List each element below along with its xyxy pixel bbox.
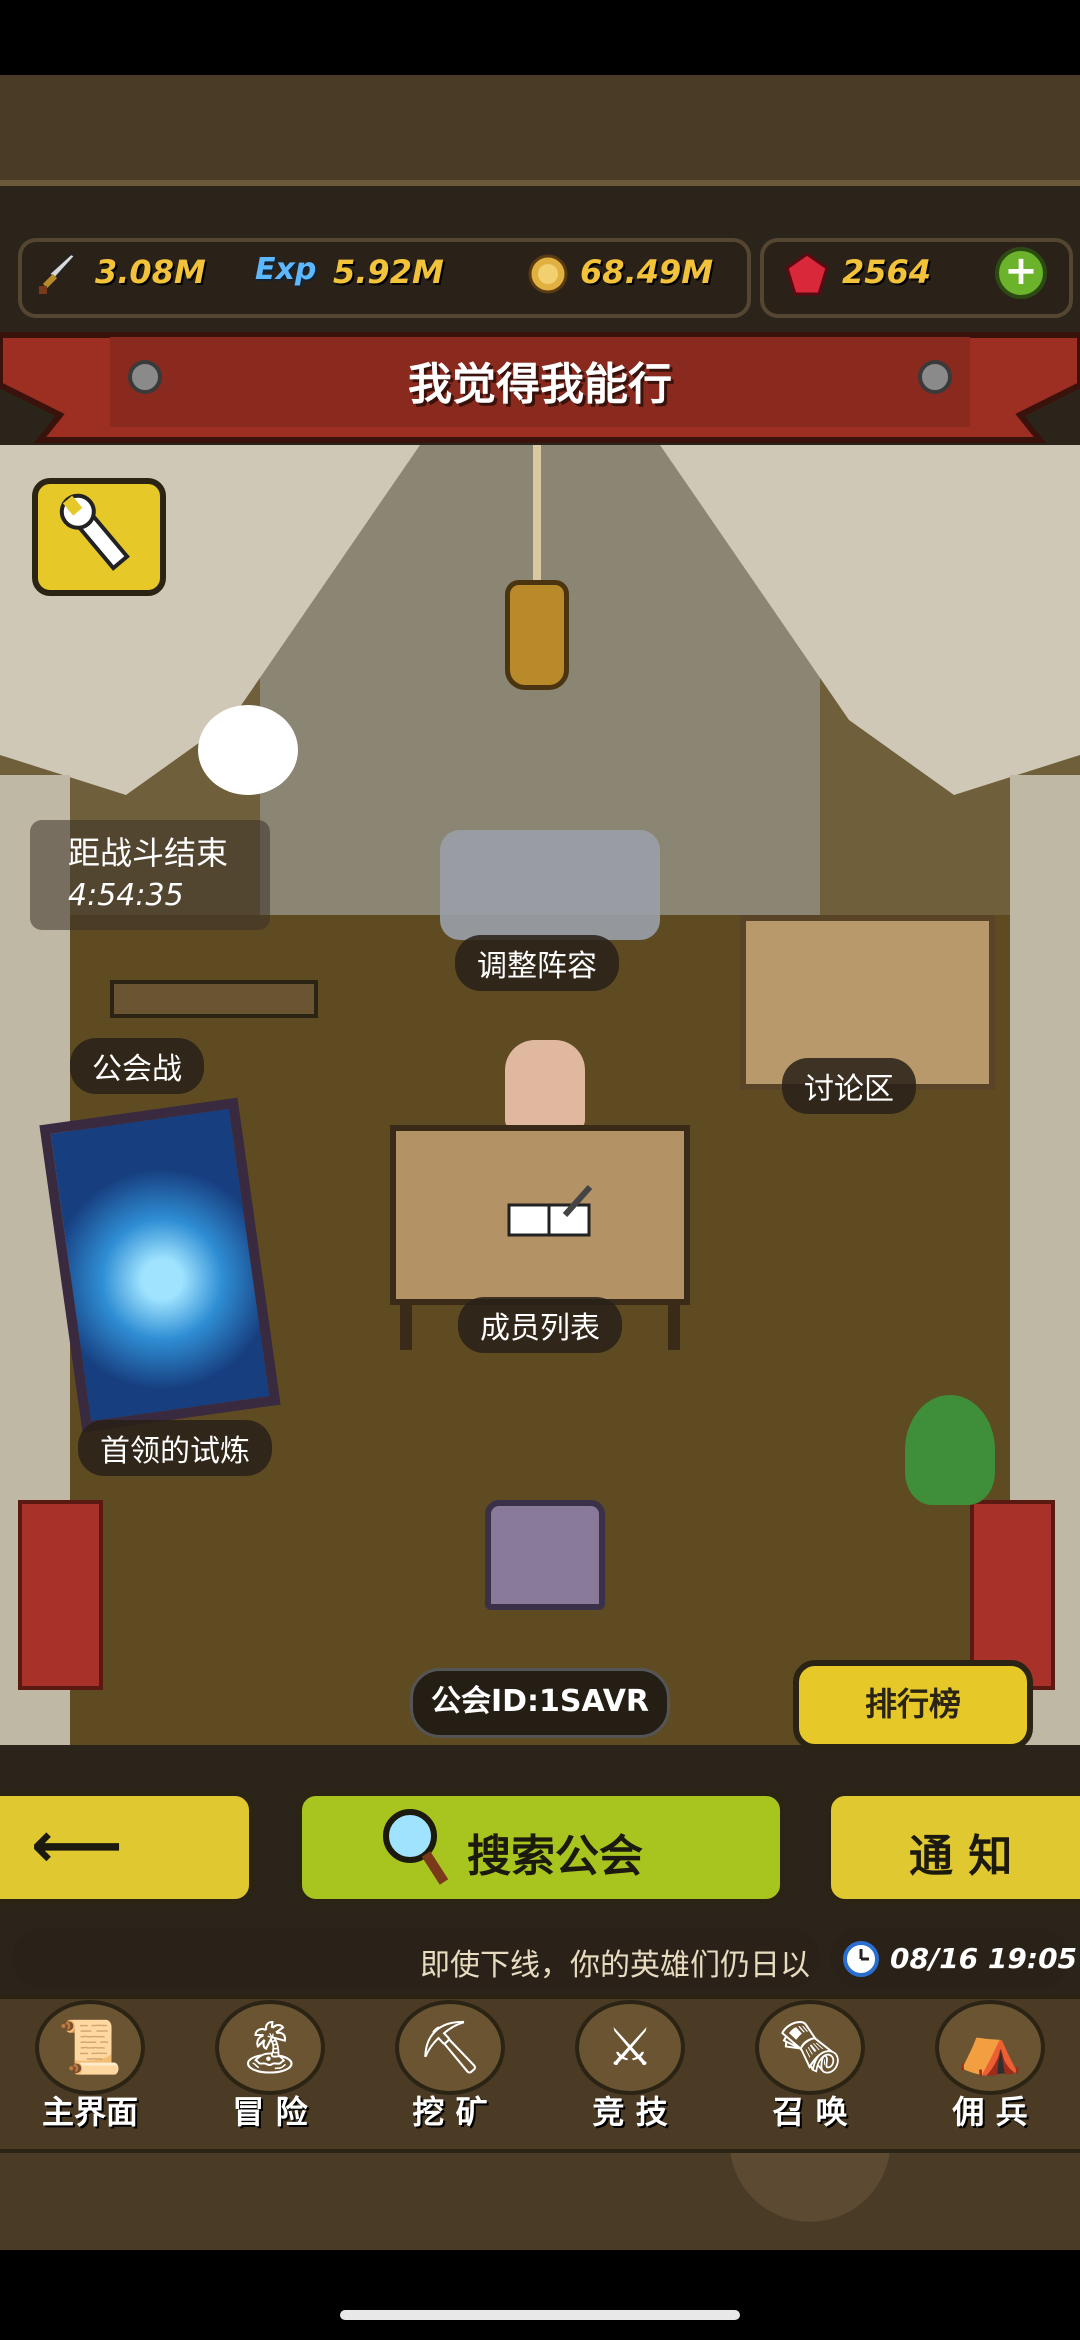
- guild-leader-character: [505, 1040, 585, 1130]
- nav-mercenary[interactable]: ⛺ 佣 兵: [902, 2000, 1078, 2140]
- nav-summon[interactable]: 🗞 召 唤: [722, 2000, 898, 2140]
- banner-flag-left: [18, 1500, 103, 1690]
- search-guild-label: 搜索公会: [467, 1831, 643, 1882]
- guild-war-button[interactable]: 公会战: [70, 1038, 204, 1094]
- island-icon: 🏝: [215, 2000, 325, 2095]
- top-bezel: [0, 0, 1080, 75]
- boss-trial-portal[interactable]: [39, 1097, 281, 1433]
- news-ticker-text: 即使下线，你的英雄们仍日以: [420, 1948, 810, 1983]
- nav-mercenary-label: 佣 兵: [952, 2093, 1028, 2131]
- arrow-left-icon: ⟵: [31, 1809, 123, 1883]
- clock-datetime: 08/16 19:05: [890, 1942, 1078, 1975]
- scroll-map-icon: 📜: [35, 2000, 145, 2095]
- summon-scroll-icon: 🗞: [755, 2000, 865, 2095]
- sword-icon: [39, 252, 77, 294]
- exp-icon: Exp: [255, 252, 317, 287]
- sword-value: 3.08M: [95, 253, 206, 291]
- magnifier-icon: [383, 1809, 449, 1885]
- shield-speech-bubble-icon[interactable]: [198, 705, 298, 795]
- guild-name: 我觉得我能行: [408, 359, 672, 410]
- boss-trial-button[interactable]: 首领的试炼: [78, 1420, 272, 1476]
- lamp-rope: [533, 445, 541, 585]
- notice-label: 通 知: [909, 1831, 1013, 1882]
- battle-timer-value: 4:54:35: [68, 878, 184, 913]
- clock-icon: [843, 1941, 879, 1977]
- crossed-swords-icon: ⚔: [575, 2000, 685, 2095]
- nav-arena[interactable]: ⚔ 竞 技: [542, 2000, 718, 2140]
- battle-timer-label: 距战斗结束: [68, 834, 229, 872]
- search-guild-button[interactable]: 搜索公会: [296, 1790, 786, 1905]
- weapon-rack: [110, 980, 318, 1018]
- bottom-bezel: [0, 2250, 1080, 2340]
- potted-plant: [905, 1395, 995, 1505]
- formation-soldiers[interactable]: [440, 830, 660, 940]
- nav-mining-label: 挖 矿: [412, 2093, 488, 2131]
- nav-adventure-label: 冒 险: [232, 2093, 308, 2131]
- nav-summon-label: 召 唤: [772, 2093, 848, 2131]
- member-list-button[interactable]: 成员列表: [458, 1297, 622, 1353]
- tent-icon: ⛺: [935, 2000, 1045, 2095]
- nav-main-label: 主界面: [41, 2093, 138, 2131]
- discussion-area-button[interactable]: 讨论区: [782, 1058, 916, 1114]
- nav-arena-label: 竞 技: [592, 2093, 668, 2131]
- guild-id-label: 公会ID:1SAVR: [410, 1668, 670, 1738]
- lantern-icon: [505, 580, 569, 690]
- banner-rivet-left: [128, 360, 162, 394]
- nav-mining[interactable]: ⛏ 挖 矿: [362, 2000, 538, 2140]
- home-indicator[interactable]: [340, 2310, 740, 2320]
- wrench-icon: [59, 493, 130, 571]
- book-quill-icon: [507, 1185, 593, 1237]
- nav-main[interactable]: 📜 主界面: [2, 2000, 178, 2140]
- add-gems-button[interactable]: +: [995, 247, 1047, 299]
- guild-chest[interactable]: [485, 1500, 605, 1610]
- coin-icon: [528, 254, 568, 294]
- gem-value: 2564: [842, 253, 932, 291]
- notice-button[interactable]: 通 知: [825, 1790, 1080, 1905]
- exp-value: 5.92M: [333, 253, 444, 291]
- nav-adventure[interactable]: 🏝 冒 险: [182, 2000, 358, 2140]
- guild-settings-button[interactable]: [32, 478, 166, 596]
- ruby-icon: [785, 252, 829, 296]
- coin-value: 68.49M: [580, 253, 714, 291]
- adjust-formation-button[interactable]: 调整阵容: [455, 935, 619, 991]
- back-button[interactable]: ⟵: [0, 1790, 255, 1905]
- ranking-button[interactable]: 排行榜: [793, 1660, 1033, 1750]
- banner-rivet-right: [918, 360, 952, 394]
- pickaxe-icon: ⛏: [395, 2000, 505, 2095]
